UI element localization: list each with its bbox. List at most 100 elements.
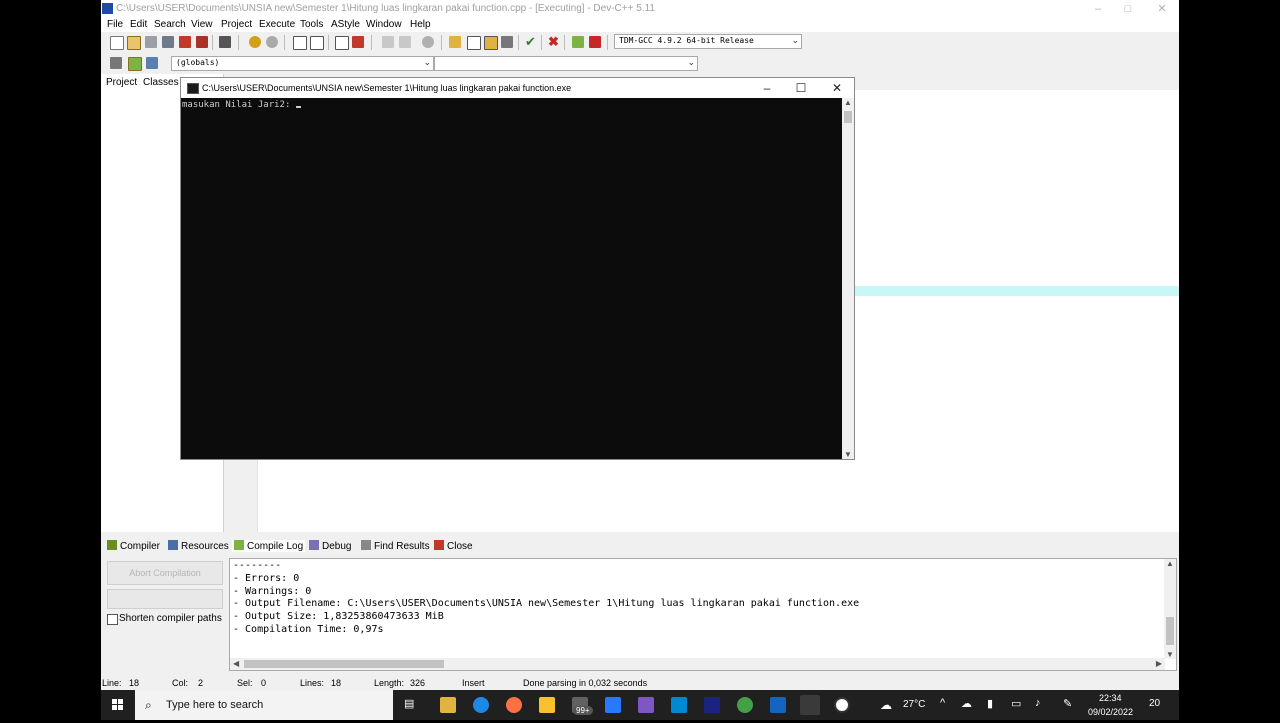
menu-edit[interactable]: Edit [130, 19, 147, 30]
notification-center-icon[interactable]: 20 [1149, 698, 1160, 709]
compile-icon[interactable] [572, 36, 584, 48]
print-icon[interactable] [219, 36, 231, 48]
console-close-button[interactable]: ✕ [820, 80, 854, 96]
new-project-icon[interactable] [449, 36, 461, 48]
scroll-thumb[interactable] [844, 111, 852, 123]
console-minimize-button[interactable]: – [750, 80, 784, 96]
vscode-icon[interactable] [671, 697, 687, 713]
close-file-icon[interactable] [179, 36, 191, 48]
class-browser-icon[interactable] [467, 36, 481, 50]
menu-window[interactable]: Window [366, 19, 402, 30]
menu-project[interactable]: Project [221, 19, 252, 30]
syntax-check-icon[interactable]: ✔ [525, 35, 537, 48]
clock-time[interactable]: 22:34 [1099, 693, 1122, 703]
find-next-icon[interactable] [335, 36, 349, 50]
save-all-icon[interactable] [162, 36, 174, 48]
console-maximize-button[interactable]: ☐ [784, 80, 818, 96]
close-button[interactable]: ✕ [1147, 1, 1177, 17]
console-vertical-scrollbar[interactable]: ▲ ▼ [842, 98, 854, 459]
edge-icon[interactable] [473, 697, 489, 713]
debug-icon[interactable] [589, 36, 601, 48]
grid-view-icon[interactable] [501, 36, 513, 48]
console-output-area[interactable]: masukan Nilai Jari2: [181, 98, 842, 459]
log-horizontal-scrollbar[interactable]: ◀ ▶ [230, 658, 1165, 670]
stop-execution-icon[interactable]: ✖ [548, 35, 560, 48]
word-icon[interactable] [770, 697, 786, 713]
tab-resources[interactable]: Resources [168, 540, 229, 552]
search-icon: ⌕ [145, 698, 152, 712]
tab-classes[interactable]: Classes [139, 76, 183, 89]
project-options-icon[interactable] [484, 36, 498, 50]
undo-icon[interactable] [249, 36, 261, 48]
devcpp-app-icon [102, 3, 113, 14]
new-file-icon[interactable] [110, 36, 124, 50]
redo-icon[interactable] [266, 36, 278, 48]
menu-help[interactable]: Help [410, 19, 431, 30]
toggle-icon[interactable] [128, 57, 142, 71]
compile-log-box[interactable]: -------- - Errors: 0 - Warnings: 0 - Out… [229, 558, 1177, 671]
tab-compiler[interactable]: Compiler [107, 540, 160, 552]
task-view-icon[interactable]: ▤ [404, 697, 414, 710]
pen-icon[interactable]: ✎ [1063, 697, 1072, 710]
firefox-icon[interactable] [506, 697, 522, 713]
scroll-thumb[interactable] [1166, 617, 1174, 645]
tab-close[interactable]: Close [434, 540, 473, 552]
status-line-label: Line: [102, 678, 122, 688]
menu-execute[interactable]: Execute [259, 19, 295, 30]
minimize-button[interactable]: – [1083, 1, 1113, 17]
open-file-icon[interactable] [127, 36, 141, 50]
volume-icon[interactable]: ♪ [1035, 697, 1041, 709]
usb-icon[interactable]: ▮ [987, 697, 993, 710]
scroll-up-icon[interactable]: ▲ [1166, 559, 1174, 568]
devcpp-taskbar-icon[interactable] [704, 697, 720, 713]
tab-compile-log-label: Compile Log [247, 541, 304, 552]
toggle-bookmark-icon[interactable] [422, 36, 434, 48]
scroll-down-icon[interactable]: ▼ [1166, 650, 1174, 659]
taskbar-search[interactable]: ⌕ Type here to search [135, 690, 393, 720]
chevron-up-icon[interactable]: ^ [940, 697, 945, 709]
toolbar-separator [284, 35, 285, 50]
scroll-left-icon[interactable]: ◀ [233, 659, 239, 668]
zoom-icon[interactable] [605, 697, 621, 713]
tab-compile-log[interactable]: Compile Log [232, 540, 306, 552]
whatsapp-icon[interactable] [737, 697, 753, 713]
file-explorer-icon[interactable] [440, 697, 456, 713]
progress-field [107, 589, 223, 609]
scroll-down-icon[interactable]: ▼ [844, 450, 852, 459]
log-vertical-scrollbar[interactable]: ▲ ▼ [1164, 559, 1176, 659]
tab-debug[interactable]: Debug [309, 540, 351, 552]
tab-find-results[interactable]: Find Results [361, 540, 430, 552]
scroll-up-icon[interactable]: ▲ [844, 98, 852, 107]
menu-astyle[interactable]: AStyle [331, 19, 360, 30]
tab-project[interactable]: Project [102, 76, 142, 89]
resources-icon [168, 540, 178, 550]
find-icon[interactable] [293, 36, 307, 50]
menu-search[interactable]: Search [154, 19, 186, 30]
function-select[interactable]: ⌄ [434, 56, 698, 71]
start-button[interactable] [101, 690, 135, 720]
close-all-icon[interactable] [196, 36, 208, 48]
insert-icon[interactable] [110, 57, 122, 69]
replace-icon[interactable] [310, 36, 324, 50]
menu-tools[interactable]: Tools [300, 19, 323, 30]
clock-date[interactable]: 09/02/2022 [1088, 707, 1133, 717]
status-message: Done parsing in 0,032 seconds [523, 678, 648, 688]
battery-icon[interactable]: ▭ [1011, 697, 1021, 710]
console-taskbar-icon[interactable] [800, 695, 820, 715]
scroll-right-icon[interactable]: ▶ [1156, 659, 1162, 668]
store-icon[interactable] [539, 697, 555, 713]
menu-view[interactable]: View [191, 19, 213, 30]
recorder-icon[interactable] [834, 697, 850, 713]
onedrive-icon[interactable]: ☁ [961, 697, 972, 710]
goto-line-icon[interactable] [352, 36, 364, 48]
weather-temperature[interactable]: 27°C [903, 699, 925, 710]
menu-file[interactable]: File [107, 19, 123, 30]
compiler-select[interactable]: TDM-GCC 4.9.2 64-bit Release ⌄ [614, 34, 802, 49]
maximize-button[interactable]: □ [1113, 1, 1143, 17]
goto-icon[interactable] [146, 57, 158, 69]
scroll-thumb[interactable] [244, 660, 444, 668]
save-icon[interactable] [145, 36, 157, 48]
scope-select[interactable]: (globals) ⌄ [171, 56, 434, 71]
shorten-paths-checkbox[interactable] [107, 614, 118, 625]
visual-studio-icon[interactable] [638, 697, 654, 713]
